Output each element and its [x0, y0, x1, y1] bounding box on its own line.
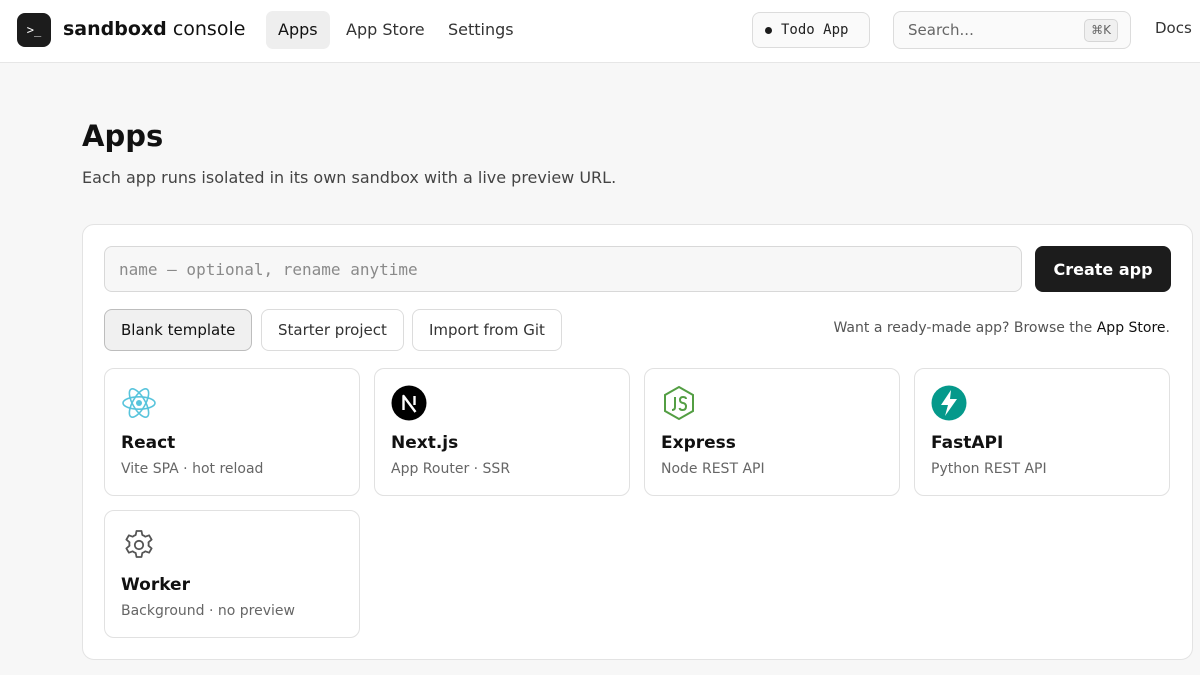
brand-name-rest: console [166, 18, 246, 40]
template-card-nextjs[interactable]: Next.js App Router · SSR [374, 368, 630, 496]
status-dot-icon [765, 26, 772, 34]
template-title: React [121, 433, 176, 453]
template-description: Python REST API [931, 461, 1047, 477]
nextjs-icon [391, 385, 427, 421]
template-card-express[interactable]: Express Node REST API [644, 368, 900, 496]
app-store-link[interactable]: App Store [1097, 320, 1166, 336]
nodejs-icon [664, 385, 694, 421]
create-app-button[interactable]: Create app [1035, 246, 1171, 292]
react-icon [122, 388, 156, 418]
page-title: Apps [82, 119, 164, 153]
search-box[interactable]: ⌘K [893, 11, 1131, 49]
gear-icon [125, 530, 153, 558]
page-subtitle: Each app runs isolated in its own sandbo… [82, 168, 617, 187]
template-card-fastapi[interactable]: FastAPI Python REST API [914, 368, 1170, 496]
environment-selector[interactable]: Todo App [752, 12, 870, 48]
hint-text: Want a ready-made app? Browse the [833, 320, 1097, 336]
top-navigation-bar: >_ sandboxd console Apps App Store Setti… [0, 0, 1200, 63]
nav-app-store[interactable]: App Store [334, 11, 437, 49]
nav-apps[interactable]: Apps [266, 11, 330, 49]
app-name-input[interactable] [104, 246, 1022, 292]
brand-name[interactable]: sandboxd console [63, 17, 245, 41]
import-from-git-option[interactable]: Import from Git [412, 309, 562, 351]
keyboard-shortcut-badge: ⌘K [1084, 19, 1118, 42]
environment-label: Todo App [781, 22, 849, 38]
template-title: Worker [121, 575, 190, 595]
template-title: Express [661, 433, 736, 453]
template-description: Background · no preview [121, 603, 295, 619]
blank-template-option[interactable]: Blank template [104, 309, 253, 351]
template-title: Next.js [391, 433, 459, 453]
app-store-hint: Want a ready-made app? Browse the App St… [833, 320, 1170, 336]
template-title: FastAPI [931, 433, 1004, 453]
docs-link[interactable]: Docs [1155, 19, 1192, 37]
template-description: Node REST API [661, 461, 765, 477]
template-card-react[interactable]: React Vite SPA · hot reload [104, 368, 360, 496]
create-app-panel: Create app Blank template Starter projec… [82, 224, 1193, 660]
template-description: App Router · SSR [391, 461, 511, 477]
nav-settings[interactable]: Settings [436, 11, 526, 49]
template-description: Vite SPA · hot reload [121, 461, 264, 477]
terminal-logo-icon[interactable]: >_ [17, 13, 51, 47]
starter-project-option[interactable]: Starter project [261, 309, 404, 351]
brand-name-bold: sandboxd [63, 18, 167, 40]
fastapi-icon [931, 385, 967, 421]
search-input[interactable] [894, 12, 1074, 48]
template-card-worker[interactable]: Worker Background · no preview [104, 510, 360, 638]
hint-suffix: . [1165, 320, 1170, 336]
